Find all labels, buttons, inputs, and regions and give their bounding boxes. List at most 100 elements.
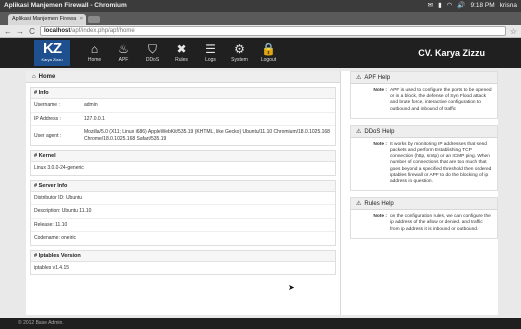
description-value: Description: Ubuntu 11.10 <box>34 208 92 214</box>
nav-apf[interactable]: ♨ APF <box>109 41 138 63</box>
company-name: CV. Karya Zizzu <box>418 48 485 58</box>
bookmark-star-icon[interactable]: ☆ <box>510 25 517 38</box>
home-small-icon: ⌂ <box>32 74 36 80</box>
info-row: User agent : Mozilla/5.0 (X11; Linux i68… <box>31 126 335 145</box>
tools-icon: ✖ <box>176 42 187 56</box>
url-path: /apf/index.php/apf/home <box>70 28 135 34</box>
wifi-icon[interactable]: ◠ <box>447 0 453 12</box>
codename-value: Codename: oneiric <box>34 235 76 241</box>
shield-icon: ⛉ <box>147 42 157 56</box>
new-tab-button[interactable] <box>88 16 100 23</box>
page-title: Home <box>38 74 56 80</box>
rules-help-title: ⚠ Rules Help <box>351 198 497 211</box>
warning-icon: ⚠ <box>356 201 362 208</box>
note-label: Note : <box>373 88 387 93</box>
ddos-help-panel: ⚠ DDoS Help Note : It works by monitoring… <box>350 124 498 192</box>
reload-icon[interactable]: C <box>28 25 36 38</box>
forward-icon[interactable]: → <box>16 25 24 38</box>
nav-label: Logout <box>260 57 277 63</box>
home-icon: ⌂ <box>90 42 99 56</box>
note-label: Note : <box>373 141 387 147</box>
nav-label: DDoS <box>145 57 160 63</box>
distributor-value: Distributor ID: Ubuntu <box>34 194 83 201</box>
lock-icon: 🔒 <box>261 42 276 56</box>
kernel-section: # Kernel Linux 3.0.0-24-generic <box>30 150 336 176</box>
agent-value: Mozilla/5.0 (X11; Linux i686) AppleWebKi… <box>84 129 330 142</box>
help-text: APF is used to configure the ports to be… <box>390 88 492 112</box>
os-status-area: ✉ ▮ ◠ 🔊 9:18 PM krisna <box>428 0 517 12</box>
server-info-title: # Server Info <box>31 180 335 192</box>
footer: © 2012 Base Admin. <box>0 318 521 329</box>
gears-icon: ⚙ <box>234 42 245 56</box>
server-row: Distributor ID: Ubuntu <box>31 192 335 205</box>
nav-logout[interactable]: 🔒 Logout <box>254 41 283 63</box>
back-icon[interactable]: ← <box>4 25 12 38</box>
browser-toolbar: ← → C localhost/apf/index.php/apf/home ☆ <box>0 25 521 38</box>
apf-help-body: Note : APF is used to configure the port… <box>351 84 497 118</box>
app-header: KZ Karya Zizzu ⌂ Home ♨ APF ⛉ DDoS ✖ Rules ☰… <box>0 38 521 68</box>
kernel-value: Linux 3.0.0-24-generic <box>34 165 84 171</box>
home-panel: ⌂ Home # Info Username : admin IP Address… <box>26 71 341 315</box>
nav-label: APF <box>118 57 129 63</box>
battery-icon[interactable]: ▮ <box>438 0 442 12</box>
nav-label: System <box>231 57 248 63</box>
info-title: # Info <box>31 88 335 99</box>
nav-label: Rules <box>175 57 188 63</box>
tab-close-icon[interactable]: × <box>80 14 83 25</box>
home-panel-header: ⌂ Home <box>26 71 340 83</box>
logo[interactable]: KZ Karya Zizzu <box>34 40 70 66</box>
warning-icon: ⚠ <box>356 75 362 81</box>
help-text: It works by monitoring IP addresses that… <box>390 141 492 185</box>
server-row: Description: Ubuntu 11.10 <box>31 205 335 219</box>
mail-icon[interactable]: ✉ <box>428 0 433 12</box>
help-text: on the configuration rules, we can confi… <box>390 214 491 232</box>
apf-help-title: ⚠ APF Help <box>351 72 497 84</box>
main-nav: ⌂ Home ♨ APF ⛉ DDoS ✖ Rules ☰ Logs ⚙ System 🔒 L… <box>80 41 283 63</box>
volume-icon[interactable]: 🔊 <box>457 0 465 12</box>
copyright: © 2012 Base Admin. <box>18 320 64 326</box>
ddos-help-body: Note : It works by monitoring IP address… <box>351 138 497 190</box>
list-icon: ☰ <box>205 42 216 56</box>
nav-system[interactable]: ⚙ System <box>225 41 254 63</box>
rules-help-panel: ⚠ Rules Help Note : on the configuration … <box>350 197 498 239</box>
info-section: # Info Username : admin IP Address : 127… <box>30 87 336 146</box>
rules-help-body: Note : on the configuration rules, we ca… <box>351 210 497 238</box>
help-title-text: APF Help <box>364 75 391 81</box>
browser-tab[interactable]: Aplikasi Manjemen Firewa × <box>8 14 86 25</box>
server-row: Codename: oneiric <box>31 232 335 245</box>
note-label: Note : <box>373 214 387 220</box>
url-host: localhost <box>44 28 71 34</box>
ddos-help-title: ⚠ DDoS Help <box>351 125 497 138</box>
main-content: ⌂ Home # Info Username : admin IP Address… <box>26 71 498 315</box>
mouse-cursor-icon: ➤ <box>288 283 295 292</box>
server-row: Release: 11.10 <box>31 219 335 232</box>
nav-ddos[interactable]: ⛉ DDoS <box>138 41 167 63</box>
kernel-title: # Kernel <box>31 151 335 162</box>
nav-logs[interactable]: ☰ Logs <box>196 41 225 63</box>
logo-text: KZ <box>43 40 62 57</box>
os-top-bar: Aplikasi Manjemen Firewall - Chromium ✉ … <box>0 0 521 12</box>
username-value: admin <box>84 102 98 108</box>
apf-help-panel: ⚠ APF Help Note : APF is used to configur… <box>350 71 498 119</box>
address-bar[interactable]: localhost/apf/index.php/apf/home <box>40 26 506 36</box>
iptables-value: iptables v1.4.15 <box>34 264 70 271</box>
nav-label: Logs <box>205 57 216 63</box>
window-title: Aplikasi Manjemen Firewall - Chromium <box>4 2 127 9</box>
nav-rules[interactable]: ✖ Rules <box>167 41 196 63</box>
kernel-row: Linux 3.0.0-24-generic <box>31 162 335 175</box>
iptables-title: # Iptables Version <box>31 250 335 262</box>
help-sidebar: ⚠ APF Help Note : APF is used to configur… <box>350 71 498 315</box>
help-title-text: Rules Help <box>364 201 394 208</box>
ip-value: 127.0.0.1 <box>84 115 105 122</box>
logo-subtext: Karya Zizzu <box>41 57 63 62</box>
warning-icon: ⚠ <box>356 128 362 135</box>
agent-label: User agent : <box>34 132 62 139</box>
user-menu[interactable]: krisna <box>500 0 517 12</box>
info-row: IP Address : 127.0.0.1 <box>31 113 335 126</box>
nav-label: Home <box>87 57 102 63</box>
clock[interactable]: 9:18 PM <box>470 0 494 12</box>
fire-icon: ♨ <box>118 42 129 56</box>
release-value: Release: 11.10 <box>34 221 68 228</box>
nav-home[interactable]: ⌂ Home <box>80 41 109 63</box>
tab-title: Aplikasi Manjemen Firewa <box>12 16 77 22</box>
